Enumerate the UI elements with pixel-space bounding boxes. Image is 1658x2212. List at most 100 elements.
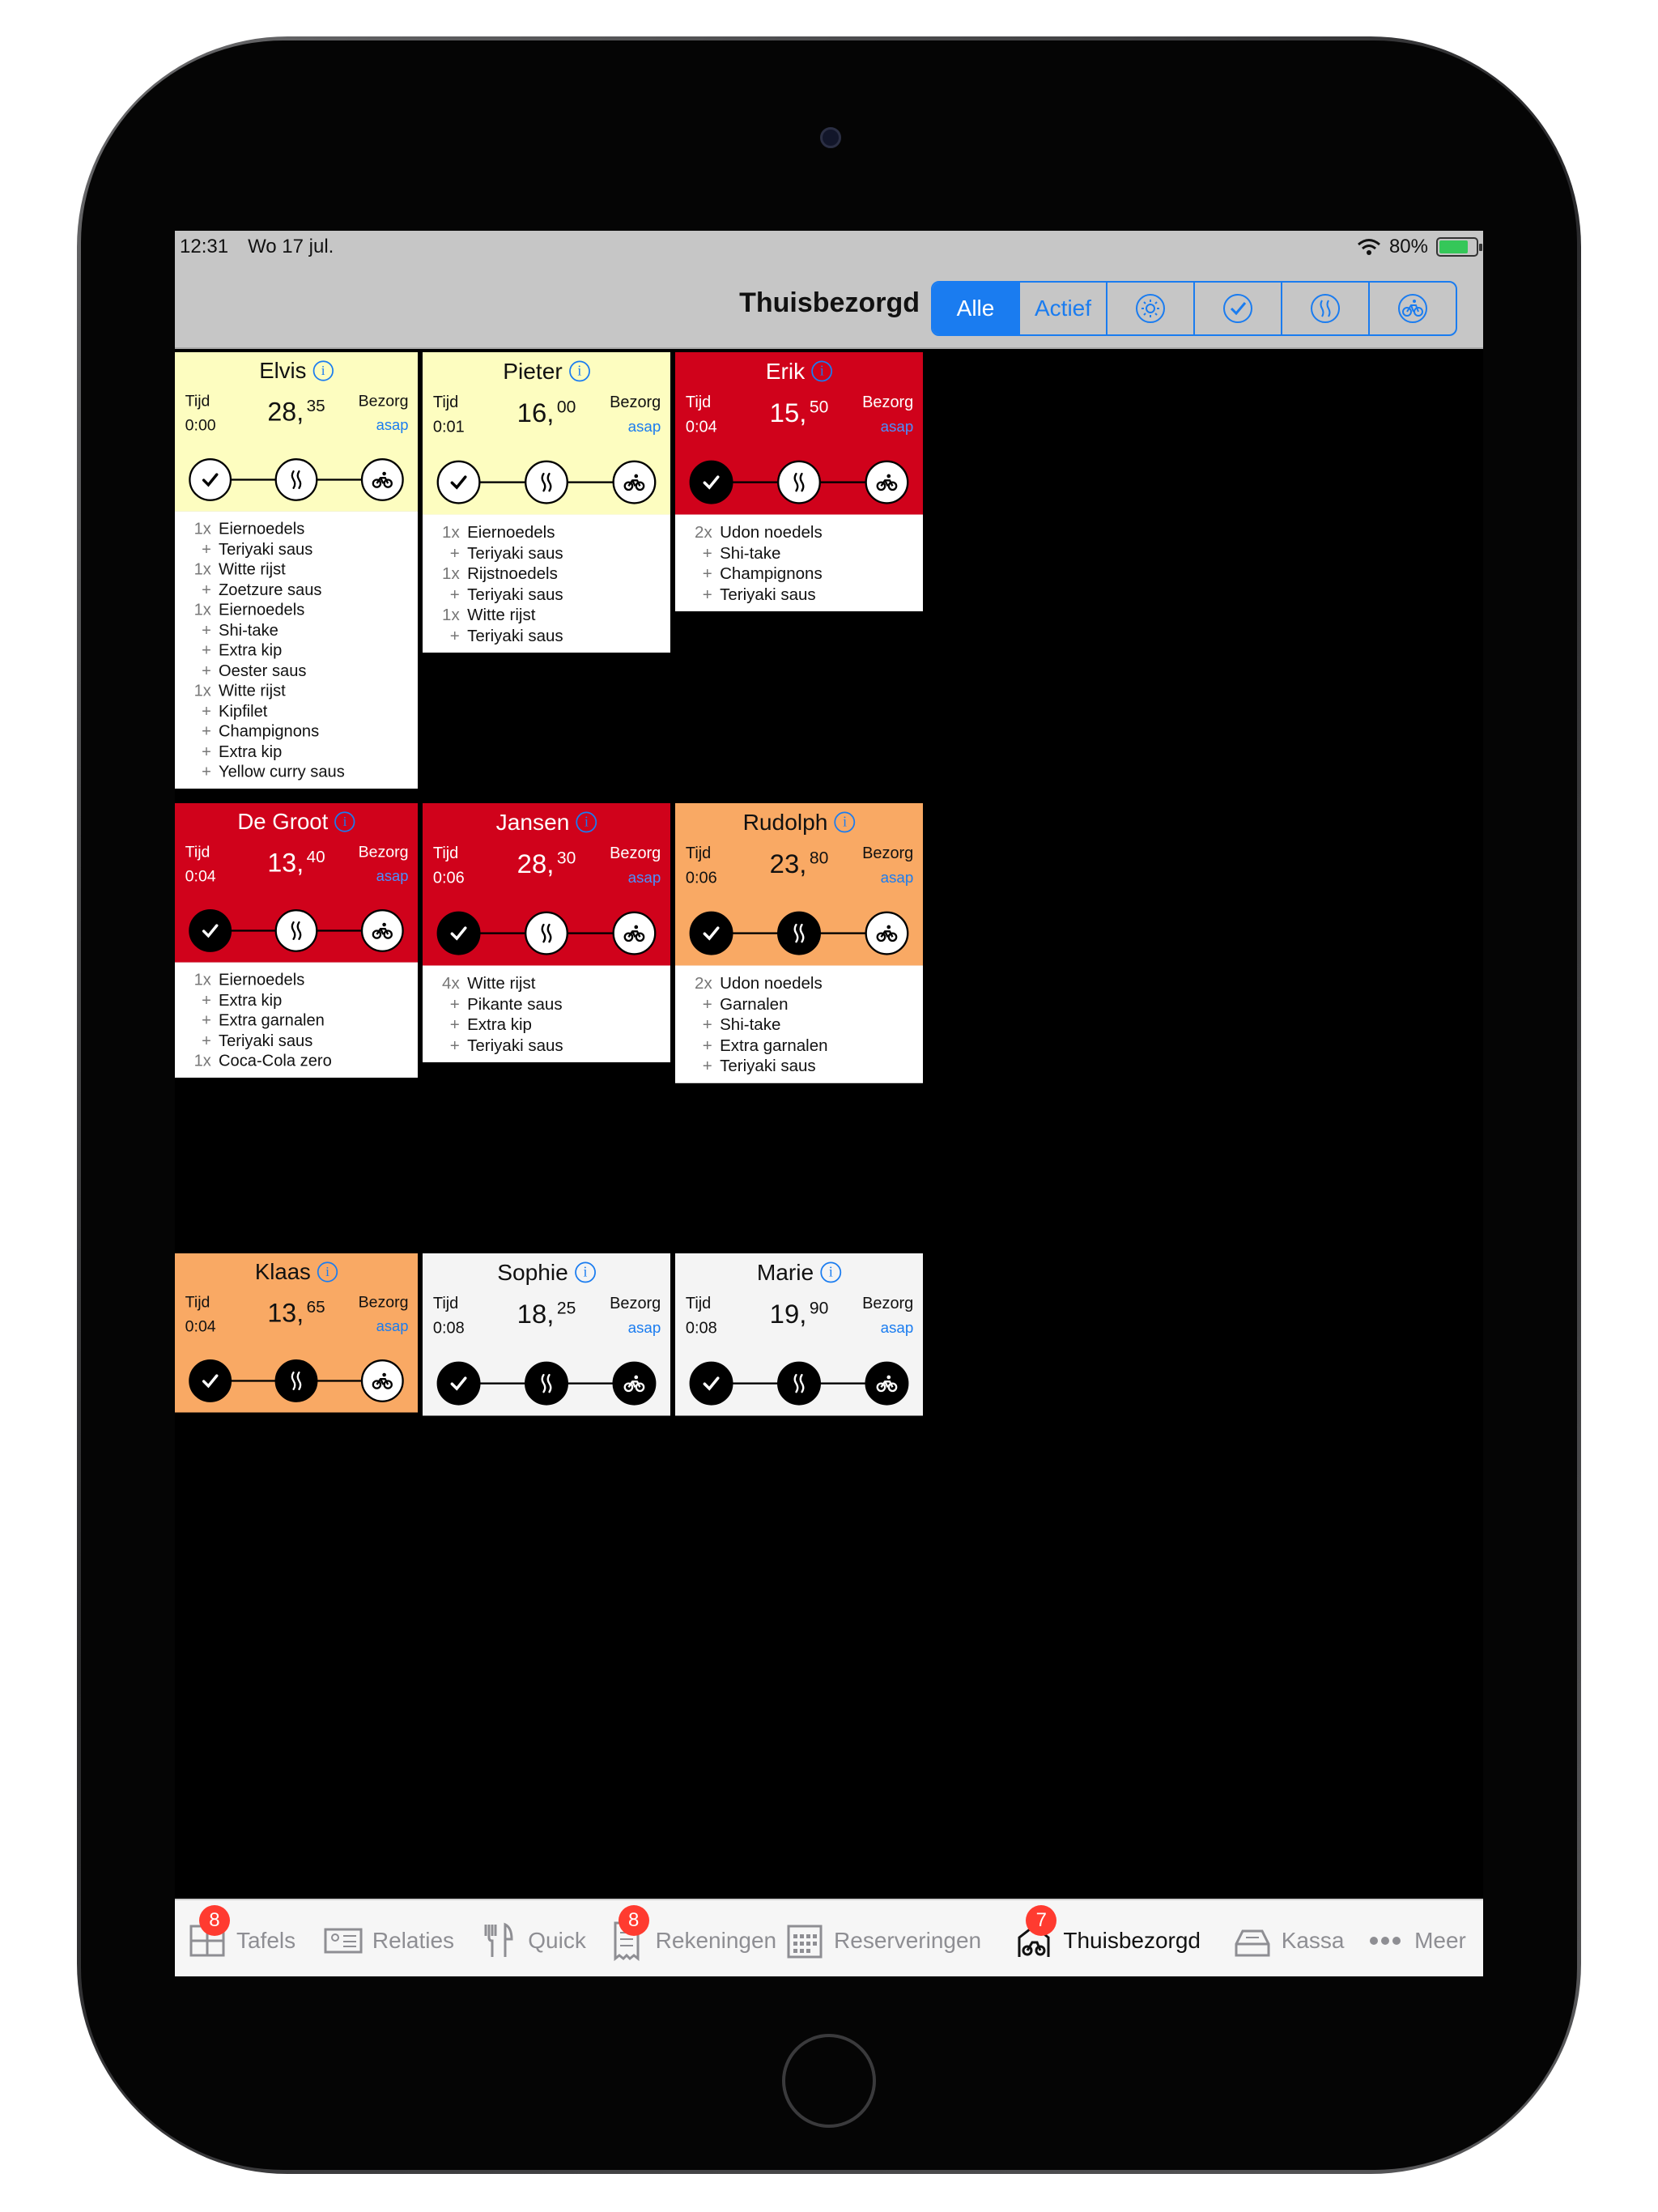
order-card[interactable]: Marie i Tijd 0:08 19,90 Bezorg asap bbox=[675, 1253, 923, 1416]
tab-tafels[interactable]: 8 Tafels bbox=[186, 1905, 295, 1963]
order-card[interactable]: Elvis i Tijd 0:00 28,35 Bezorg asap 1x Eiernoede… bbox=[175, 352, 418, 789]
customer-name: Elvis bbox=[259, 358, 307, 384]
item-name: Oester saus bbox=[219, 661, 307, 680]
cooking-step[interactable] bbox=[274, 458, 318, 501]
cooking-step[interactable] bbox=[525, 911, 568, 955]
tab-relaties[interactable]: Relaties bbox=[322, 1918, 454, 1963]
price-main: 15, bbox=[769, 398, 807, 428]
tab-meer[interactable]: Meer bbox=[1364, 1918, 1466, 1963]
filter-new[interactable] bbox=[1107, 283, 1195, 334]
delivery-step[interactable] bbox=[612, 460, 657, 504]
item-name: Extra garnalen bbox=[219, 1010, 325, 1030]
delivery-time[interactable]: asap bbox=[628, 418, 661, 436]
delivery-time[interactable]: asap bbox=[881, 418, 914, 436]
tab-thuisbezorgd[interactable]: 7 Thuisbezorgd bbox=[1013, 1905, 1201, 1963]
item-qty: 1x bbox=[193, 559, 211, 579]
accept-step[interactable] bbox=[436, 460, 481, 504]
order-card[interactable]: De Groot i Tijd 0:04 13,40 Bezorg asap 1x Eierno… bbox=[175, 803, 418, 1078]
order-card[interactable]: Jansen i Tijd 0:06 28,30 Bezorg asap 4x Witte ri… bbox=[423, 803, 670, 1063]
info-icon[interactable]: i bbox=[568, 360, 590, 382]
filter-all[interactable]: Alle bbox=[933, 283, 1020, 334]
delivery-step[interactable] bbox=[360, 909, 404, 952]
info-icon[interactable]: i bbox=[834, 811, 856, 833]
delivery-time[interactable]: asap bbox=[628, 1319, 661, 1337]
accept-step[interactable] bbox=[189, 909, 232, 952]
cooking-step[interactable] bbox=[525, 460, 568, 504]
cooking-step[interactable] bbox=[274, 1359, 318, 1402]
tab-label: Rekeningen bbox=[655, 1928, 777, 1953]
customer-name: Marie bbox=[756, 1260, 814, 1286]
info-icon[interactable]: i bbox=[575, 1261, 596, 1283]
delivery-time[interactable]: asap bbox=[628, 869, 661, 887]
delivery-step[interactable] bbox=[865, 460, 909, 504]
info-icon[interactable]: i bbox=[576, 811, 597, 833]
price-cents: 90 bbox=[809, 1298, 829, 1318]
order-header: Marie i Tijd 0:08 19,90 Bezorg asap bbox=[675, 1253, 923, 1416]
accept-step[interactable] bbox=[189, 458, 232, 501]
cooking-step[interactable] bbox=[274, 909, 318, 952]
home-button[interactable] bbox=[782, 2034, 876, 2128]
item-qty: 1x bbox=[193, 1051, 211, 1070]
accept-step[interactable] bbox=[689, 911, 733, 955]
item-qty: + bbox=[202, 620, 211, 640]
delivery-step[interactable] bbox=[865, 911, 909, 955]
accept-step[interactable] bbox=[189, 1359, 232, 1402]
order-card[interactable]: Rudolph i Tijd 0:06 23,80 Bezorg asap 2x Udon no… bbox=[675, 803, 923, 1083]
delivery-time[interactable]: asap bbox=[881, 869, 914, 887]
delivery-step[interactable] bbox=[865, 1361, 909, 1406]
item-name: Champignons bbox=[720, 564, 823, 583]
delivery-time[interactable]: asap bbox=[376, 416, 409, 433]
delivery-time[interactable]: asap bbox=[881, 1319, 914, 1337]
order-progress bbox=[689, 459, 909, 504]
accept-step[interactable] bbox=[689, 460, 733, 504]
list-item: + Teriyaki saus bbox=[423, 625, 670, 645]
accept-step[interactable] bbox=[436, 911, 481, 955]
info-icon[interactable]: i bbox=[317, 1261, 338, 1283]
price-cents: 40 bbox=[306, 847, 325, 866]
item-qty: + bbox=[202, 762, 211, 781]
delivery-time[interactable]: asap bbox=[376, 1317, 409, 1334]
list-item: 1x Witte rijst bbox=[175, 559, 418, 580]
info-icon[interactable]: i bbox=[334, 811, 355, 832]
filter-delivery[interactable] bbox=[1370, 283, 1456, 334]
filter-accepted[interactable] bbox=[1195, 283, 1282, 334]
order-card[interactable]: Klaas i Tijd 0:04 13,65 Bezorg asap bbox=[175, 1253, 418, 1413]
tab-reserveringen[interactable]: Reserveringen bbox=[784, 1918, 981, 1963]
tab-rekeningen[interactable]: 8 Rekeningen bbox=[606, 1905, 777, 1963]
item-name: Teriyaki saus bbox=[219, 539, 313, 559]
cooking-step[interactable] bbox=[777, 911, 821, 955]
delivery-step[interactable] bbox=[612, 1361, 657, 1406]
item-name: Extra kip bbox=[219, 742, 283, 761]
cooking-step[interactable] bbox=[777, 1361, 821, 1406]
item-qty: 2x bbox=[695, 974, 712, 993]
accept-step[interactable] bbox=[436, 1361, 481, 1406]
order-progress bbox=[436, 459, 657, 504]
filter-active[interactable]: Actief bbox=[1020, 283, 1107, 334]
delivery-step[interactable] bbox=[360, 1359, 404, 1402]
item-qty: + bbox=[702, 585, 712, 604]
item-qty: + bbox=[202, 701, 211, 721]
info-icon[interactable]: i bbox=[811, 360, 833, 382]
item-qty: + bbox=[449, 994, 460, 1014]
item-name: Extra kip bbox=[219, 990, 283, 1010]
delivery-step[interactable] bbox=[612, 911, 657, 955]
tab-label: Kassa bbox=[1281, 1928, 1345, 1953]
list-item: 2x Udon noedels bbox=[675, 522, 923, 542]
cooking-step[interactable] bbox=[777, 460, 821, 504]
delivery-time[interactable]: asap bbox=[376, 867, 409, 884]
order-card[interactable]: Sophie i Tijd 0:08 18,25 Bezorg asap bbox=[423, 1253, 670, 1416]
order-card[interactable]: Pieter i Tijd 0:01 16,00 Bezorg asap 1x Eiernoed… bbox=[423, 352, 670, 653]
tab-kassa[interactable]: Kassa bbox=[1231, 1918, 1345, 1963]
delivery-label: Bezorg bbox=[862, 844, 914, 862]
filter-cooking[interactable] bbox=[1282, 283, 1370, 334]
info-icon[interactable]: i bbox=[820, 1261, 842, 1283]
tab-quick[interactable]: Quick bbox=[478, 1918, 586, 1963]
accept-step[interactable] bbox=[689, 1361, 733, 1406]
cooking-step[interactable] bbox=[525, 1361, 568, 1406]
steam-icon bbox=[1311, 294, 1340, 323]
list-item: 1x Witte rijst bbox=[423, 605, 670, 625]
order-card[interactable]: Erik i Tijd 0:04 15,50 Bezorg asap 2x Udon noede… bbox=[675, 352, 923, 612]
info-icon[interactable]: i bbox=[312, 360, 334, 381]
delivery-step[interactable] bbox=[360, 458, 404, 501]
item-name: Shi-take bbox=[720, 543, 781, 563]
